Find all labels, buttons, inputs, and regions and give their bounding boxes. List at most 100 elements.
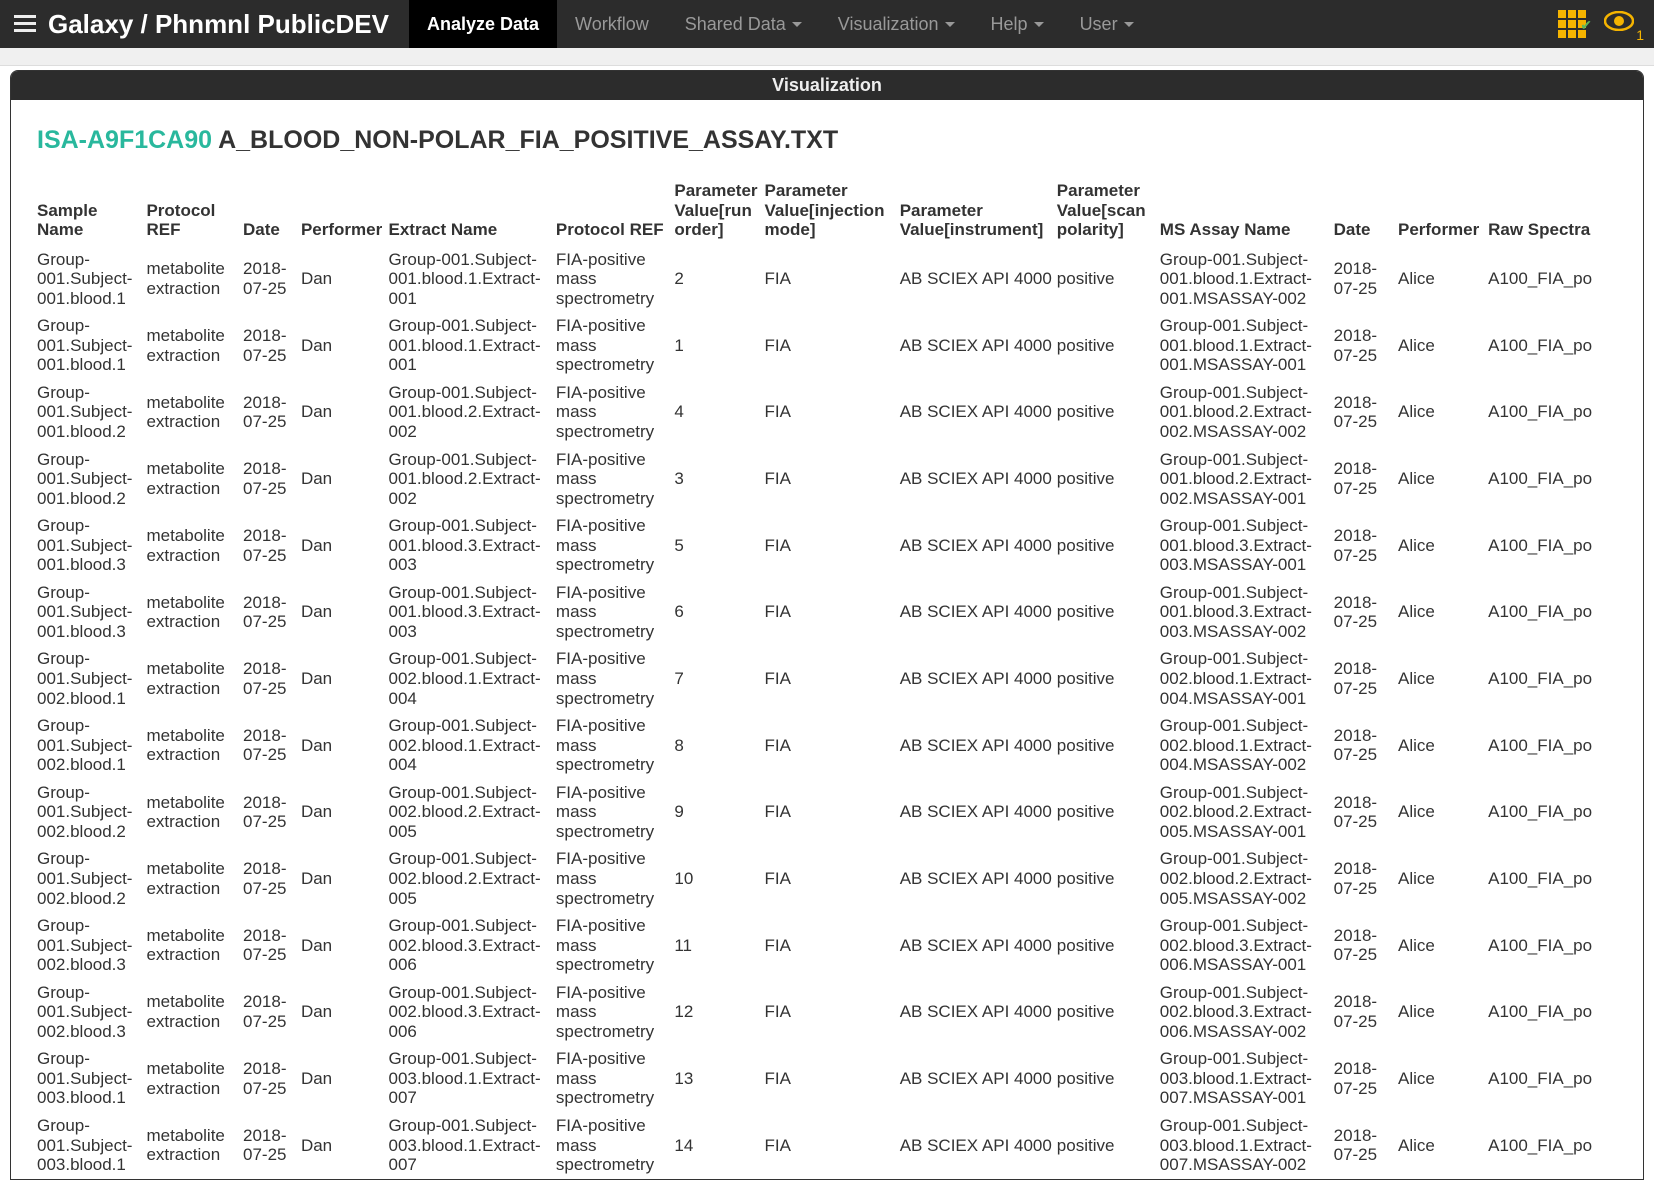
top-navbar: Galaxy / Phnmnl PublicDEV Analyze Data Wo… bbox=[0, 0, 1654, 48]
nav-item-help[interactable]: Help bbox=[973, 0, 1062, 48]
menu-icon[interactable] bbox=[8, 0, 42, 48]
nav-item-visualization[interactable]: Visualization bbox=[820, 0, 973, 48]
table-cell-date1: 2018-07-25 bbox=[243, 712, 301, 779]
table-cell-raw: A100_FIA_po bbox=[1488, 645, 1617, 712]
table-cell-instr: AB SCIEX API 4000 bbox=[900, 579, 1057, 646]
table-cell-date2: 2018-07-25 bbox=[1334, 312, 1398, 379]
caret-down-icon bbox=[945, 22, 955, 27]
table-cell-date1: 2018-07-25 bbox=[243, 979, 301, 1046]
table-cell-raw: A100_FIA_po bbox=[1488, 579, 1617, 646]
table-cell-raw: A100_FIA_po bbox=[1488, 979, 1617, 1046]
table-cell-pol: positive bbox=[1057, 1045, 1160, 1112]
table-cell-proto2: FIA-positive mass spectrometry bbox=[556, 1045, 674, 1112]
table-cell-run: 8 bbox=[674, 712, 764, 779]
table-cell-inj: FIA bbox=[764, 845, 899, 912]
table-cell-sample: Group-001.Subject-002.blood.1 bbox=[37, 645, 146, 712]
eye-icon[interactable]: 1 bbox=[1604, 11, 1634, 37]
table-cell-instr: AB SCIEX API 4000 bbox=[900, 1045, 1057, 1112]
table-cell-perf2: Alice bbox=[1398, 912, 1488, 979]
table-cell-date1: 2018-07-25 bbox=[243, 246, 301, 313]
table-cell-proto1: metabolite extraction bbox=[146, 512, 243, 579]
table-cell-inj: FIA bbox=[764, 779, 899, 846]
table-cell-pol: positive bbox=[1057, 512, 1160, 579]
table-header-cell: Date bbox=[1334, 177, 1398, 246]
table-cell-inj: FIA bbox=[764, 712, 899, 779]
table-cell-proto1: metabolite extraction bbox=[146, 779, 243, 846]
table-cell-proto2: FIA-positive mass spectrometry bbox=[556, 379, 674, 446]
table-cell-inj: FIA bbox=[764, 912, 899, 979]
table-cell-perf1: Dan bbox=[301, 779, 389, 846]
table-cell-perf2: Alice bbox=[1398, 979, 1488, 1046]
table-header-cell: Protocol REF bbox=[556, 177, 674, 246]
table-row: Group-001.Subject-003.blood.1metabolite … bbox=[37, 1112, 1617, 1179]
table-cell-sample: Group-001.Subject-002.blood.3 bbox=[37, 912, 146, 979]
table-cell-sample: Group-001.Subject-002.blood.3 bbox=[37, 979, 146, 1046]
table-cell-proto2: FIA-positive mass spectrometry bbox=[556, 779, 674, 846]
table-cell-date2: 2018-07-25 bbox=[1334, 979, 1398, 1046]
table-cell-msassay: Group-001.Subject-002.blood.3.Extract-00… bbox=[1160, 912, 1334, 979]
table-cell-sample: Group-001.Subject-001.blood.2 bbox=[37, 446, 146, 513]
table-cell-instr: AB SCIEX API 4000 bbox=[900, 645, 1057, 712]
table-header-cell: Parameter Value[scan polarity] bbox=[1057, 177, 1160, 246]
table-cell-perf1: Dan bbox=[301, 579, 389, 646]
table-cell-run: 3 bbox=[674, 446, 764, 513]
table-cell-sample: Group-001.Subject-001.blood.2 bbox=[37, 379, 146, 446]
table-cell-perf1: Dan bbox=[301, 645, 389, 712]
table-row: Group-001.Subject-001.blood.1metabolite … bbox=[37, 246, 1617, 313]
table-cell-perf1: Dan bbox=[301, 312, 389, 379]
table-header-cell: Performer bbox=[301, 177, 389, 246]
table-header-row: Sample NameProtocol REFDatePerformerExtr… bbox=[37, 177, 1617, 246]
table-cell-proto2: FIA-positive mass spectrometry bbox=[556, 446, 674, 513]
table-cell-run: 6 bbox=[674, 579, 764, 646]
table-cell-date2: 2018-07-25 bbox=[1334, 712, 1398, 779]
table-cell-extract: Group-001.Subject-002.blood.1.Extract-00… bbox=[389, 712, 556, 779]
table-cell-instr: AB SCIEX API 4000 bbox=[900, 379, 1057, 446]
table-cell-proto2: FIA-positive mass spectrometry bbox=[556, 1112, 674, 1179]
table-cell-perf2: Alice bbox=[1398, 845, 1488, 912]
table-cell-msassay: Group-001.Subject-001.blood.1.Extract-00… bbox=[1160, 312, 1334, 379]
table-cell-instr: AB SCIEX API 4000 bbox=[900, 712, 1057, 779]
nav-item-shared-data[interactable]: Shared Data bbox=[667, 0, 820, 48]
table-row: Group-001.Subject-002.blood.1metabolite … bbox=[37, 712, 1617, 779]
table-cell-date2: 2018-07-25 bbox=[1334, 645, 1398, 712]
table-cell-perf2: Alice bbox=[1398, 1045, 1488, 1112]
table-cell-sample: Group-001.Subject-001.blood.1 bbox=[37, 246, 146, 313]
table-cell-run: 2 bbox=[674, 246, 764, 313]
table-cell-proto1: metabolite extraction bbox=[146, 1045, 243, 1112]
panel-body: ISA-A9F1CA90 A_BLOOD_NON-POLAR_FIA_POSIT… bbox=[11, 100, 1643, 1179]
table-cell-perf1: Dan bbox=[301, 1045, 389, 1112]
scratchbook-grid-icon[interactable]: ✔ bbox=[1558, 10, 1592, 38]
table-cell-instr: AB SCIEX API 4000 bbox=[900, 1112, 1057, 1179]
nav-item-analyze-data[interactable]: Analyze Data bbox=[409, 0, 557, 48]
table-cell-pol: positive bbox=[1057, 446, 1160, 513]
table-cell-inj: FIA bbox=[764, 979, 899, 1046]
table-cell-perf1: Dan bbox=[301, 912, 389, 979]
table-cell-extract: Group-001.Subject-002.blood.2.Extract-00… bbox=[389, 845, 556, 912]
table-cell-proto2: FIA-positive mass spectrometry bbox=[556, 979, 674, 1046]
table-cell-perf2: Alice bbox=[1398, 712, 1488, 779]
table-cell-pol: positive bbox=[1057, 246, 1160, 313]
table-header-cell: Parameter Value[injection mode] bbox=[764, 177, 899, 246]
table-cell-msassay: Group-001.Subject-001.blood.3.Extract-00… bbox=[1160, 512, 1334, 579]
table-cell-inj: FIA bbox=[764, 1045, 899, 1112]
table-row: Group-001.Subject-002.blood.2metabolite … bbox=[37, 779, 1617, 846]
table-cell-date2: 2018-07-25 bbox=[1334, 246, 1398, 313]
table-cell-perf1: Dan bbox=[301, 1112, 389, 1179]
table-cell-sample: Group-001.Subject-001.blood.3 bbox=[37, 512, 146, 579]
table-cell-proto1: metabolite extraction bbox=[146, 246, 243, 313]
table-cell-msassay: Group-001.Subject-001.blood.2.Extract-00… bbox=[1160, 446, 1334, 513]
table-cell-instr: AB SCIEX API 4000 bbox=[900, 979, 1057, 1046]
brand-title[interactable]: Galaxy / Phnmnl PublicDEV bbox=[42, 0, 409, 48]
table-cell-extract: Group-001.Subject-001.blood.1.Extract-00… bbox=[389, 246, 556, 313]
table-header-cell: Protocol REF bbox=[146, 177, 243, 246]
table-cell-instr: AB SCIEX API 4000 bbox=[900, 912, 1057, 979]
assay-table: Sample NameProtocol REFDatePerformerExtr… bbox=[37, 177, 1617, 1179]
nav-item-user[interactable]: User bbox=[1062, 0, 1152, 48]
nav-item-workflow[interactable]: Workflow bbox=[557, 0, 667, 48]
table-cell-raw: A100_FIA_po bbox=[1488, 312, 1617, 379]
table-row: Group-001.Subject-001.blood.3metabolite … bbox=[37, 579, 1617, 646]
table-cell-raw: A100_FIA_po bbox=[1488, 1112, 1617, 1179]
table-cell-date1: 2018-07-25 bbox=[243, 379, 301, 446]
table-cell-date1: 2018-07-25 bbox=[243, 779, 301, 846]
nav-item-label: Workflow bbox=[575, 14, 649, 35]
